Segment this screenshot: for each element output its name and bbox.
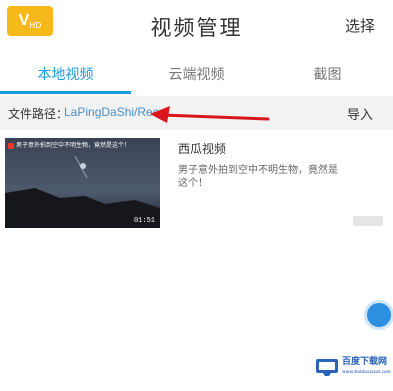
import-button[interactable]: 导入 (347, 104, 373, 123)
video-duration: 01:51 (133, 217, 155, 225)
select-button[interactable]: 选择 (345, 15, 375, 36)
thumbnail-caption: 男子意外拍到空中不明生物，竟然是这个！ (8, 140, 157, 149)
file-path-value[interactable]: LaPingDaShi/Rec (64, 105, 159, 119)
video-list-item[interactable]: 男子意外拍到空中不明生物，竟然是这个！ 01:51 西瓜视频 男子意外拍到空中不… (0, 138, 393, 230)
tab-local-video[interactable]: 本地视频 (0, 56, 131, 94)
record-icon (8, 142, 14, 149)
tab-cloud-video[interactable]: 云端视频 (131, 56, 262, 94)
tab-screenshots[interactable]: 截图 (262, 56, 393, 94)
video-description: 男子意外拍到空中不明生物，竟然是这个！ (178, 165, 338, 189)
video-thumbnail[interactable]: 男子意外拍到空中不明生物，竟然是这个！ 01:51 (5, 138, 160, 228)
thumbnail-image (5, 138, 160, 228)
watermark-logo: 百度下载网 www.baiduxiazai.com (315, 354, 391, 380)
floating-action-button[interactable] (364, 300, 393, 330)
top-bar: V HD 视频管理 选择 (0, 0, 393, 52)
tab-bar: 本地视频 云端视频 截图 (0, 56, 393, 94)
red-arrow-annotation (150, 106, 270, 123)
watermark-text: 百度下载网 www.baiduxiazai.com (342, 357, 391, 374)
video-title: 西瓜视频 (178, 142, 227, 156)
page-title: 视频管理 (150, 16, 243, 40)
file-path-label: 文件路径： (8, 107, 69, 121)
watermark-icon (316, 359, 338, 376)
video-more-button[interactable] (353, 216, 383, 226)
